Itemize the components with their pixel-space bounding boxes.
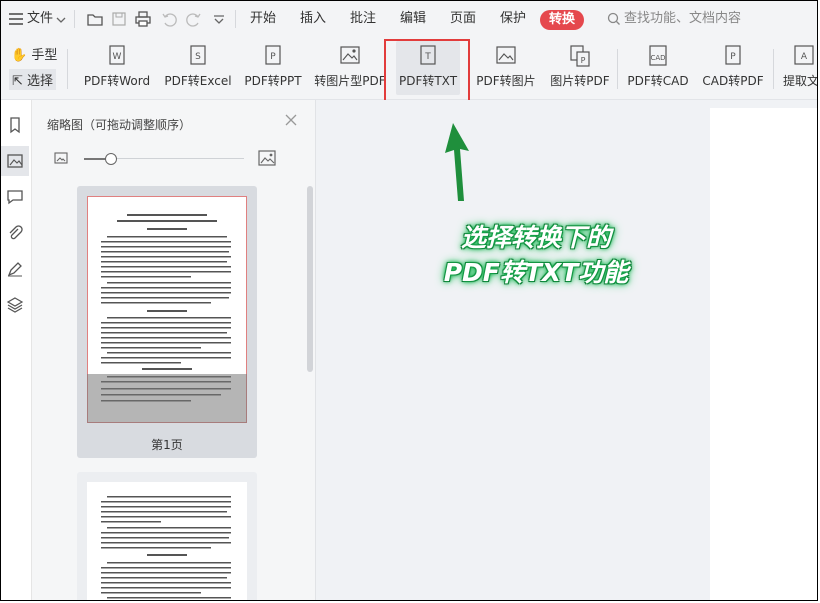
caption-line-1: 选择转换下的 [460,223,611,252]
tab-protect[interactable]: 保护 [500,1,526,37]
layers-icon[interactable] [6,296,24,314]
tool-label: 提取文 [783,74,818,88]
pdf-to-ppt-button[interactable]: P PDF转PPT [243,41,303,95]
open-folder-icon[interactable] [86,10,104,28]
cad-to-pdf-icon: P [725,45,741,65]
tab-home[interactable]: 开始 [250,1,276,37]
tab-page[interactable]: 页面 [450,1,476,37]
tab-annotate[interactable]: 批注 [350,1,376,37]
thumbnail-panel: 缩略图（可拖动调整顺序） 第1页 [32,100,316,600]
thumbnail-scrollbar[interactable] [307,186,313,372]
tool-label: PDF转Word [83,74,151,88]
page-thumbnail-2[interactable] [77,472,257,600]
to-image-pdf-button[interactable]: 转图片型PDF [313,41,387,95]
tool-label: 图片转PDF [550,74,610,88]
svg-text:CAD: CAD [650,54,665,62]
page-preview [87,482,247,600]
green-arrow-icon [445,123,469,201]
redo-icon[interactable] [185,10,203,28]
cursor-icon: ⇱ [12,74,23,89]
menu-bar: 文件 开始 插入 批注 编辑 页面 保护 转换 查找功能、文档内容 [1,1,817,37]
svg-text:A: A [801,52,808,62]
chevron-down-icon[interactable] [55,14,67,26]
customize-dropdown-icon[interactable] [212,13,226,27]
divider [74,10,75,28]
divider [67,49,68,89]
caption-line-2: PDF转TXT功能 [443,258,629,287]
pdf-to-cad-icon: CAD [649,45,667,66]
svg-text:P: P [270,52,276,62]
tool-label: 转图片型PDF [314,74,386,88]
select-tool-label: 选择 [27,74,54,89]
zoom-slider-handle[interactable] [105,153,117,165]
hand-tool-label: 手型 [31,48,58,63]
tutorial-caption: 选择转换下的 PDF转TXT功能 [416,220,656,290]
extract-text-button[interactable]: A 提取文 [781,41,818,95]
pdf-to-word-icon: W [109,45,125,65]
to-image-pdf-icon [340,46,360,64]
hand-tool-button[interactable]: ✋ 手型 [11,44,57,63]
page-text-lines [101,496,231,599]
undo-icon[interactable] [160,10,178,28]
small-image-icon[interactable] [54,151,68,165]
app-window: 文件 开始 插入 批注 编辑 页面 保护 转换 查找功能、文档内容 ✋ 手型 ⇱… [0,0,818,601]
tool-label: PDF转图片 [476,74,536,88]
close-icon[interactable] [284,113,298,127]
bookmark-icon[interactable] [6,116,24,134]
image-to-pdf-button[interactable]: P 图片转PDF [547,41,613,95]
pdf-to-image-icon [496,46,516,64]
search-icon[interactable] [607,12,621,26]
image-to-pdf-icon: P [570,45,590,67]
hand-icon: ✋ [11,48,28,63]
svg-text:P: P [581,56,586,65]
page-number-label: 第1页 [151,438,183,452]
thumbnail-icon[interactable] [6,152,24,170]
tab-edit[interactable]: 编辑 [400,1,426,37]
pdf-to-excel-icon: S [190,45,206,65]
tab-insert[interactable]: 插入 [300,1,326,37]
signature-pen-icon[interactable] [6,260,24,278]
print-icon[interactable] [134,10,152,28]
tool-label: PDF转Excel [164,74,232,88]
zoom-slider-fill [84,158,106,160]
tab-convert[interactable]: 转换 [540,10,584,30]
divider [235,10,236,28]
file-menu[interactable]: 文件 [27,1,53,37]
large-image-icon[interactable] [258,149,276,167]
tool-label: PDF转CAD [627,74,689,88]
side-rail [1,100,32,600]
search-input[interactable]: 查找功能、文档内容 [624,1,741,37]
comment-icon[interactable] [6,188,24,206]
page-fold-shade [87,374,247,423]
divider [773,49,774,89]
pdf-to-cad-button[interactable]: CAD PDF转CAD [625,41,691,95]
hamburger-menu-icon[interactable] [7,10,25,28]
page-thumbnail-1[interactable]: 第1页 [77,186,257,458]
pdf-to-word-button[interactable]: W PDF转Word [81,41,153,95]
pdf-to-ppt-icon: P [265,45,281,65]
pdf-to-image-button[interactable]: PDF转图片 [473,41,539,95]
select-tool-button[interactable]: ⇱ 选择 [9,69,57,90]
panel-title: 缩略图（可拖动调整顺序） [47,118,192,132]
divider [617,49,618,89]
cad-to-pdf-button[interactable]: P CAD转PDF [699,41,767,95]
document-page [710,108,817,600]
tool-label: PDF转PPT [244,74,302,88]
svg-text:P: P [730,52,736,62]
save-icon[interactable] [110,10,128,28]
tool-label: CAD转PDF [702,74,764,88]
thumbnail-zoom-control [54,150,284,168]
svg-text:S: S [195,52,201,62]
attachment-icon[interactable] [6,224,24,242]
pdf-to-excel-button[interactable]: S PDF转Excel [163,41,233,95]
svg-text:W: W [113,52,122,62]
document-canvas: 选择转换下的 PDF转TXT功能 [316,100,817,600]
extract-text-icon: A [794,45,814,65]
